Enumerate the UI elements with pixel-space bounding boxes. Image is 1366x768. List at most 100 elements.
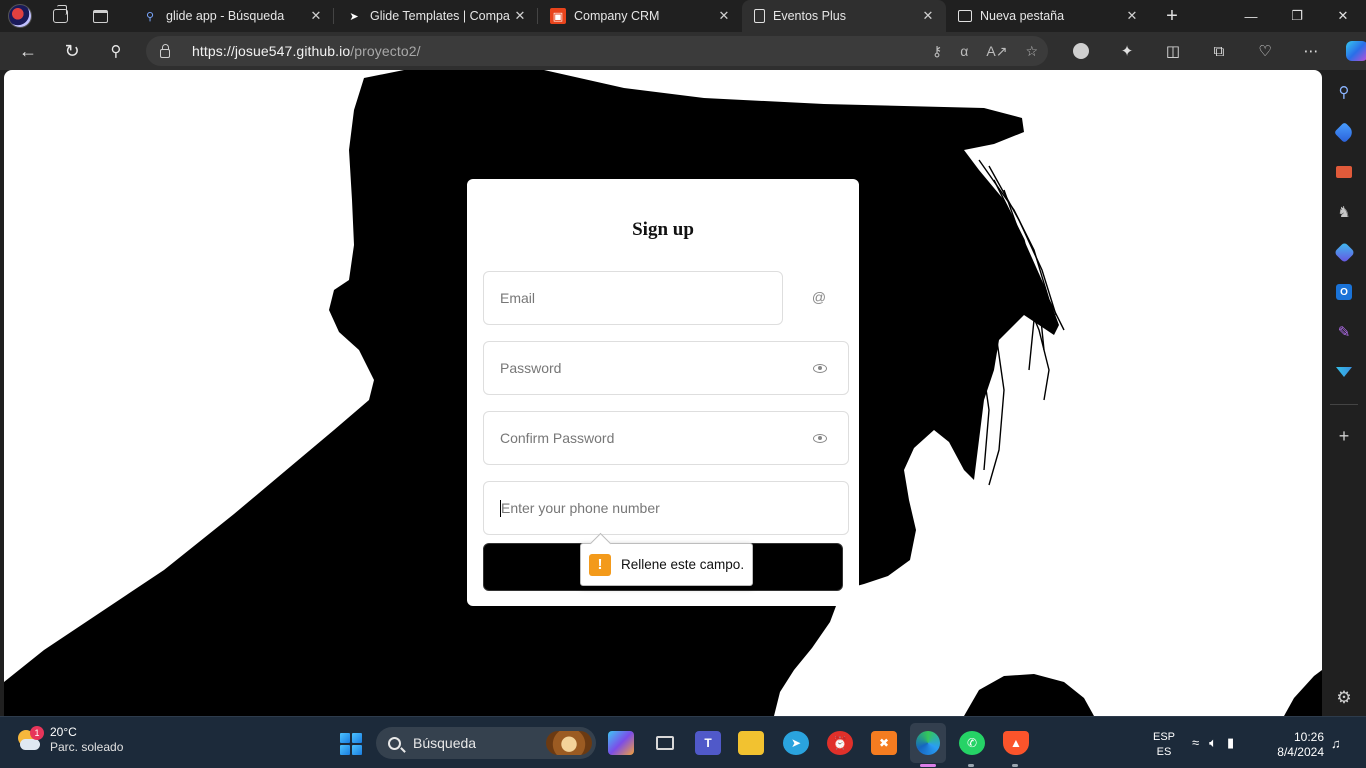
weather-widget[interactable]: 1 20°C Parc. soleado <box>14 725 123 755</box>
file-explorer-icon[interactable] <box>738 731 764 755</box>
key-icon[interactable]: ⚷ <box>932 43 942 60</box>
task-view-icon[interactable] <box>652 731 678 755</box>
new-tab-button[interactable]: + <box>1150 5 1194 28</box>
crm-icon: ▣ <box>550 8 566 24</box>
tab-actions-button[interactable] <box>80 0 120 32</box>
tab-nueva-pestana[interactable]: Nueva pestaña ✕ <box>946 0 1150 32</box>
address-bar: ← ↻ ⚲ https://josue547.github.io/proyect… <box>0 32 1366 70</box>
back-icon[interactable]: ← <box>6 32 50 70</box>
volume-icon[interactable]: 🔈︎ <box>1209 735 1217 751</box>
tab-company-crm[interactable]: ▣ Company CRM ✕ <box>538 0 742 32</box>
notification-badge: 1 <box>30 726 44 740</box>
phone-placeholder: Enter your phone number <box>501 500 660 516</box>
close-tab-icon[interactable]: ✕ <box>306 8 326 24</box>
alarm-app-icon[interactable]: ⏰ <box>827 731 853 755</box>
glide-icon: ➤ <box>349 10 359 23</box>
settings-gear-icon[interactable]: ⚙ <box>1334 688 1354 708</box>
confirm-password-field[interactable]: Confirm Password <box>483 411 849 465</box>
whatsapp-icon[interactable]: ✆ <box>959 731 985 755</box>
eye-icon[interactable] <box>812 430 828 446</box>
taskbar-search-label: Búsqueda <box>413 735 477 751</box>
close-tab-icon[interactable]: ✕ <box>918 8 938 24</box>
search-icon[interactable]: ⚲ <box>94 32 138 70</box>
refresh-icon[interactable]: ↻ <box>50 32 94 70</box>
tab-search[interactable]: ⚲ glide app - Búsqueda ✕ <box>130 0 334 32</box>
url-path: /proyecto2/ <box>350 43 421 59</box>
edge-browser-icon[interactable] <box>910 723 946 763</box>
close-tab-icon[interactable]: ✕ <box>510 8 530 24</box>
tab-bar: ⚲ glide app - Búsqueda ✕ ➤ Glide Templat… <box>0 0 1366 32</box>
weather-description: Parc. soleado <box>50 740 124 754</box>
close-window-icon[interactable]: ✕ <box>1320 0 1366 32</box>
close-tab-icon[interactable]: ✕ <box>714 8 734 24</box>
keyboard-layout: ES <box>1156 746 1172 758</box>
tab-title: Eventos Plus <box>773 9 846 23</box>
toolbar: ✦ ◫ ⧉ ♡ ⋯ <box>1058 32 1366 70</box>
read-aloud-icon[interactable]: A↗ <box>986 43 1007 60</box>
start-button-icon[interactable] <box>340 733 362 755</box>
copilot-icon[interactable] <box>1346 41 1366 61</box>
collections-icon[interactable]: ⧉ <box>1196 32 1242 70</box>
add-icon[interactable]: + <box>1334 426 1354 446</box>
translate-icon[interactable]: α <box>960 43 968 59</box>
designer-icon[interactable]: ✎ <box>1334 322 1354 342</box>
password-field[interactable]: Password <box>483 341 849 395</box>
email-placeholder: Email <box>500 290 536 306</box>
signup-card: Sign up Email @ Password Confirm Passwor… <box>467 179 859 606</box>
toolbox-icon[interactable] <box>1334 162 1354 182</box>
system-tray: ≈ 🔈︎ ▮ <box>1192 735 1234 751</box>
copilot-sidebar-icon[interactable] <box>1333 241 1355 263</box>
more-options-icon[interactable]: ⋯ <box>1288 32 1334 70</box>
validation-tooltip: ! Rellene este campo. <box>580 543 753 586</box>
restore-icon[interactable]: ❐ <box>1274 0 1320 32</box>
url-input[interactable]: https://josue547.github.io/proyecto2/ ⚷ … <box>146 36 1048 66</box>
games-icon[interactable]: ♞ <box>1334 202 1354 222</box>
xampp-icon[interactable]: ✖ <box>871 731 897 755</box>
vertical-tabs-icon <box>92 9 108 23</box>
close-tab-icon[interactable]: ✕ <box>1122 8 1142 24</box>
language-indicator[interactable]: ESP ES <box>1153 730 1175 760</box>
extensions-puzzle-icon[interactable]: ✦ <box>1104 32 1150 70</box>
minimize-icon[interactable]: — <box>1228 0 1274 32</box>
favorite-star-icon[interactable]: ☆ <box>1025 43 1038 60</box>
phone-field[interactable]: Enter your phone number <box>483 481 849 535</box>
language-code: ESP <box>1153 731 1176 743</box>
workspaces-icon <box>52 5 68 23</box>
extension-circle-icon[interactable] <box>1058 32 1104 70</box>
wifi-icon[interactable]: ≈ <box>1192 735 1199 751</box>
brave-browser-icon[interactable]: ▲ <box>1003 731 1029 755</box>
telegram-icon[interactable]: ➤ <box>783 731 809 755</box>
url-host: https://josue547.github.io <box>192 43 351 59</box>
notification-bell-icon[interactable]: ♫ <box>1331 736 1341 751</box>
weather-temperature: 20°C <box>50 725 77 739</box>
shopping-tag-icon[interactable] <box>1333 121 1355 143</box>
browser-essentials-icon[interactable]: ♡ <box>1242 32 1288 70</box>
new-tab-page-icon <box>958 10 972 22</box>
email-field[interactable]: Email <box>483 271 783 325</box>
profile-button[interactable] <box>0 0 40 32</box>
silhouette-shape <box>1284 670 1322 716</box>
silhouette-shape <box>964 674 1094 716</box>
outlook-icon[interactable]: O <box>1334 282 1354 302</box>
tab-eventos-plus[interactable]: Eventos Plus ✕ <box>742 0 946 32</box>
search-highlight-icon <box>546 731 592 755</box>
warning-icon: ! <box>589 553 611 576</box>
clock[interactable]: 10:26 8/4/2024 <box>1270 730 1324 760</box>
copilot-app-icon[interactable] <box>608 731 634 755</box>
password-placeholder: Password <box>500 360 562 376</box>
clock-time: 10:26 <box>1293 730 1324 744</box>
taskbar-search[interactable]: Búsqueda <box>376 727 596 759</box>
workspaces-button[interactable] <box>40 0 80 32</box>
split-screen-icon[interactable]: ◫ <box>1150 32 1196 70</box>
search-icon[interactable]: ⚲ <box>1334 82 1354 102</box>
battery-icon[interactable]: ▮ <box>1227 735 1234 751</box>
drop-icon[interactable] <box>1334 362 1354 382</box>
tab-glide-templates[interactable]: ➤ Glide Templates | Compan ✕ <box>334 0 538 32</box>
tab-title: Company CRM <box>574 9 660 23</box>
running-indicator <box>968 764 974 767</box>
teams-icon[interactable]: T <box>695 731 721 755</box>
at-sign-icon: @ <box>811 289 827 305</box>
eye-icon[interactable] <box>812 360 828 376</box>
lock-icon[interactable] <box>160 43 170 58</box>
window-controls: — ❐ ✕ <box>1228 0 1366 32</box>
